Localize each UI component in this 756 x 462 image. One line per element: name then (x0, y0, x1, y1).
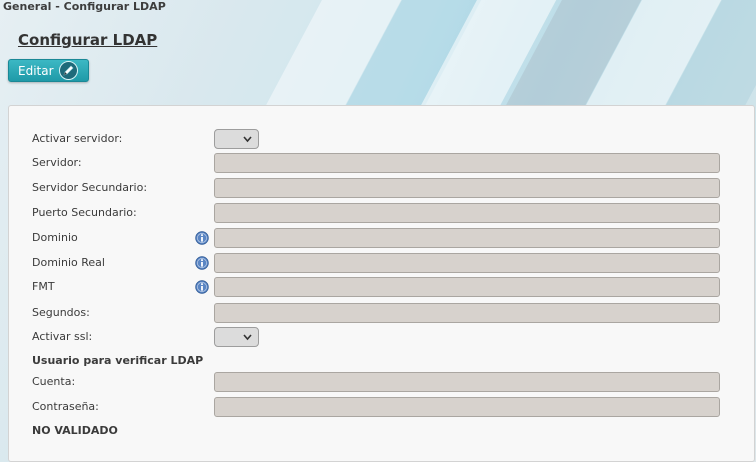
dominio-input[interactable] (214, 228, 720, 248)
validation-status: NO VALIDADO (32, 424, 118, 437)
chevron-down-icon (243, 136, 252, 143)
row-servidor: Servidor: (9, 153, 754, 173)
contrasena-label: Contraseña: (32, 400, 99, 413)
usuario-section-heading: Usuario para verificar LDAP (32, 354, 204, 367)
row-dominio-real: Dominio Real (9, 253, 754, 273)
activar-servidor-select[interactable] (214, 129, 259, 149)
chevron-down-icon (243, 334, 252, 341)
info-icon[interactable] (195, 280, 209, 294)
dominio-real-input[interactable] (214, 253, 720, 273)
pencil-icon (59, 61, 78, 80)
fmt-label: FMT (32, 280, 55, 293)
edit-button-label: Editar (18, 63, 54, 78)
activar-ssl-label: Activar ssl: (32, 330, 93, 343)
segundos-input[interactable] (214, 303, 720, 323)
servidor-secundario-input[interactable] (214, 178, 720, 198)
row-servidor-secundario: Servidor Secundario: (9, 178, 754, 198)
row-activar-servidor: Activar servidor: (9, 129, 754, 149)
edit-button[interactable]: Editar (8, 59, 89, 82)
dominio-real-label: Dominio Real (32, 256, 105, 269)
row-dominio: Dominio (9, 228, 754, 248)
cuenta-label: Cuenta: (32, 375, 76, 388)
puerto-secundario-label: Puerto Secundario: (32, 206, 137, 219)
info-icon[interactable] (195, 231, 209, 245)
row-cuenta: Cuenta: (9, 372, 754, 392)
ldap-form-panel: Activar servidor: Servidor: Servidor Sec… (8, 105, 755, 462)
servidor-label: Servidor: (32, 156, 82, 169)
servidor-input[interactable] (214, 153, 720, 173)
dominio-label: Dominio (32, 231, 78, 244)
activar-ssl-select[interactable] (214, 327, 259, 347)
row-segundos: Segundos: (9, 303, 754, 323)
row-contrasena: Contraseña: (9, 397, 754, 417)
activar-servidor-label: Activar servidor: (32, 132, 123, 145)
cuenta-input[interactable] (214, 372, 720, 392)
row-fmt: FMT (9, 277, 754, 297)
servidor-secundario-label: Servidor Secundario: (32, 181, 148, 194)
row-puerto-secundario: Puerto Secundario: (9, 203, 754, 223)
contrasena-input[interactable] (214, 397, 720, 417)
row-activar-ssl: Activar ssl: (9, 327, 754, 347)
breadcrumb: General - Configurar LDAP (3, 0, 166, 13)
info-icon[interactable] (195, 256, 209, 270)
fmt-input[interactable] (214, 277, 720, 297)
puerto-secundario-input[interactable] (214, 203, 720, 223)
page-title: Configurar LDAP (18, 31, 158, 49)
segundos-label: Segundos: (32, 306, 90, 319)
